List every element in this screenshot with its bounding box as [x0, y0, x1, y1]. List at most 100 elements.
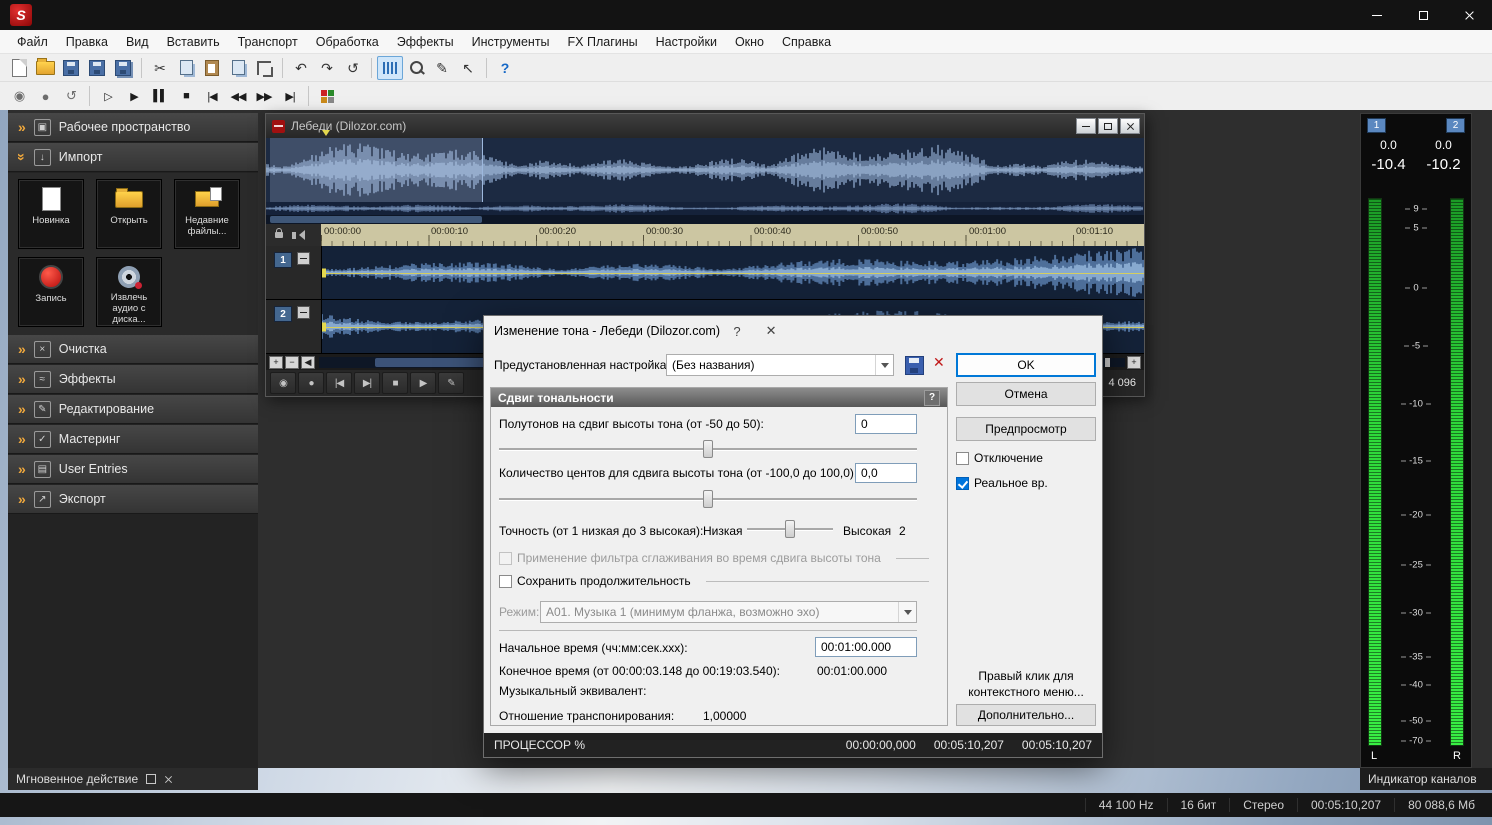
- track-2-minimize-button[interactable]: [297, 306, 310, 319]
- help-button[interactable]: ?: [492, 56, 518, 80]
- more-options-button[interactable]: Дополнительно...: [956, 704, 1096, 726]
- overview-scroll-thumb[interactable]: [270, 216, 482, 223]
- doc-loop-playback-button[interactable]: ●: [298, 372, 324, 394]
- menu-effects[interactable]: Эффекты: [388, 35, 463, 49]
- meter-body[interactable]: 9 5 0 -5 -10 -15 -20 -25 -30 -35 -40 -50 -70: [1361, 198, 1471, 746]
- doc-stop-button[interactable]: ■: [382, 372, 408, 394]
- record-tile[interactable]: Запись: [18, 257, 84, 327]
- trim-button[interactable]: [251, 56, 277, 80]
- save-all-button[interactable]: [110, 56, 136, 80]
- start-time-input[interactable]: 00:01:00.000: [815, 637, 917, 657]
- bypass-checkbox[interactable]: Отключение: [956, 451, 1043, 465]
- edit-tool-button[interactable]: [377, 55, 403, 80]
- sidebar-item-user-entries[interactable]: » ▤ User Entries: [8, 455, 258, 484]
- copy-button[interactable]: [173, 56, 199, 80]
- time-ruler[interactable]: 00:00:00 00:00:10 00:00:20 00:00:30 00:0…: [321, 224, 1144, 246]
- menu-file[interactable]: Файл: [8, 35, 57, 49]
- minimize-button[interactable]: [1354, 0, 1400, 30]
- play-button[interactable]: ▶: [121, 84, 147, 108]
- sidebar-item-cleanup[interactable]: » × Очистка: [8, 335, 258, 364]
- sidebar-item-mastering[interactable]: » ✓ Мастеринг: [8, 425, 258, 454]
- open-file-tile[interactable]: Открыть: [96, 179, 162, 249]
- cents-input[interactable]: 0,0: [855, 463, 917, 483]
- doc-play-button[interactable]: ▶: [410, 372, 436, 394]
- cut-button[interactable]: ✂: [147, 56, 173, 80]
- record-button[interactable]: ◉: [6, 84, 32, 108]
- go-to-end-button[interactable]: ▶|: [277, 84, 303, 108]
- waveform-overview-sub[interactable]: [266, 202, 1144, 215]
- loop-playback-button[interactable]: ●: [32, 84, 58, 108]
- zoom-tool-button[interactable]: [403, 56, 429, 80]
- doc-go-to-start-button[interactable]: |◀: [326, 372, 352, 394]
- menu-fx-plugins[interactable]: FX Плагины: [559, 35, 647, 49]
- recent-files-tile[interactable]: Недавние файлы...: [174, 179, 240, 249]
- zoom-out-time-button[interactable]: −: [285, 355, 299, 369]
- new-file-button[interactable]: [6, 56, 32, 80]
- save-as-button[interactable]: [84, 56, 110, 80]
- realtime-checkbox[interactable]: Реальное вр.: [956, 476, 1048, 490]
- zoom-in-time-button[interactable]: +: [269, 355, 283, 369]
- overview-scrollbar[interactable]: [266, 215, 1144, 224]
- doc-record-button[interactable]: ◉: [270, 372, 296, 394]
- menu-process[interactable]: Обработка: [307, 35, 388, 49]
- lock-icon[interactable]: [275, 228, 283, 238]
- cents-slider[interactable]: [499, 490, 917, 508]
- dialog-title-bar[interactable]: Изменение тона - Лебеди (Dilozor.com) ? …: [484, 316, 1102, 346]
- rewind-button[interactable]: ◀◀: [225, 84, 251, 108]
- track-1-minimize-button[interactable]: [297, 252, 310, 265]
- menu-tools[interactable]: Инструменты: [463, 35, 559, 49]
- semitones-slider[interactable]: [499, 440, 917, 458]
- slider-thumb[interactable]: [703, 440, 713, 458]
- doc-minimize-button[interactable]: [1076, 118, 1096, 134]
- ok-button[interactable]: OK: [956, 353, 1096, 377]
- extract-audio-tile[interactable]: Извлечь аудио с диска...: [96, 257, 162, 327]
- restore-panel-icon[interactable]: [146, 774, 157, 784]
- redo-button[interactable]: ↷: [314, 56, 340, 80]
- zoom-plus-button[interactable]: +: [1127, 355, 1141, 369]
- overview-view-window[interactable]: [270, 138, 483, 202]
- fast-forward-button[interactable]: ▶▶: [251, 84, 277, 108]
- instant-action-bar[interactable]: Мгновенное действие: [8, 768, 258, 790]
- channel-1-badge[interactable]: 1: [1367, 118, 1386, 133]
- save-button[interactable]: [58, 56, 84, 80]
- checkbox-checked-icon[interactable]: [956, 476, 969, 490]
- track-1-waveform[interactable]: [322, 246, 1144, 299]
- sidebar-item-export[interactable]: » ↗ Экспорт: [8, 485, 258, 514]
- cancel-button[interactable]: Отмена: [956, 382, 1096, 406]
- preset-combo[interactable]: (Без названия): [666, 354, 894, 376]
- slider-thumb[interactable]: [703, 490, 713, 508]
- group-help-icon[interactable]: ?: [924, 389, 940, 406]
- doc-close-button[interactable]: [1120, 118, 1140, 134]
- sidebar-item-import[interactable]: » ↓ Импорт: [8, 143, 258, 172]
- open-button[interactable]: [32, 56, 58, 80]
- doc-go-to-end-button[interactable]: ▶|: [354, 372, 380, 394]
- preserve-duration-checkbox[interactable]: Сохранить продолжительность: [499, 574, 929, 588]
- new-file-tile[interactable]: Новинка: [18, 179, 84, 249]
- maximize-button[interactable]: [1400, 0, 1446, 30]
- delete-preset-icon[interactable]: ✕: [933, 354, 945, 371]
- combo-arrow-icon[interactable]: [875, 355, 893, 375]
- zoom-slider-thumb[interactable]: [1105, 357, 1110, 367]
- document-title-bar[interactable]: Лебеди (Dilozor.com): [266, 114, 1144, 138]
- pause-button[interactable]: ▌▌: [147, 84, 173, 108]
- channel-2-badge[interactable]: 2: [1446, 118, 1465, 133]
- slider-thumb[interactable]: [785, 520, 795, 538]
- close-panel-icon[interactable]: [164, 775, 173, 784]
- menu-options[interactable]: Настройки: [647, 35, 726, 49]
- menu-edit[interactable]: Правка: [57, 35, 117, 49]
- track-1[interactable]: 1: [266, 246, 1144, 300]
- play-all-button[interactable]: ▷: [95, 84, 121, 108]
- menu-window[interactable]: Окно: [726, 35, 773, 49]
- dialog-help-button[interactable]: ?: [720, 316, 754, 346]
- menu-view[interactable]: Вид: [117, 35, 158, 49]
- preview-button[interactable]: Предпросмотр: [956, 417, 1096, 441]
- waveform-overview[interactable]: [266, 138, 1144, 202]
- doc-maximize-button[interactable]: [1098, 118, 1118, 134]
- pencil-tool-button[interactable]: ✎: [429, 56, 455, 80]
- title-bar[interactable]: S: [0, 0, 1492, 30]
- sidebar-item-effects[interactable]: » ≈ Эффекты: [8, 365, 258, 394]
- selection-tool-button[interactable]: ↖: [455, 56, 481, 80]
- scroll-left-button[interactable]: ◀: [301, 355, 315, 369]
- sidebar-item-editing[interactable]: » ✎ Редактирование: [8, 395, 258, 424]
- restart-button[interactable]: ↺: [58, 84, 84, 108]
